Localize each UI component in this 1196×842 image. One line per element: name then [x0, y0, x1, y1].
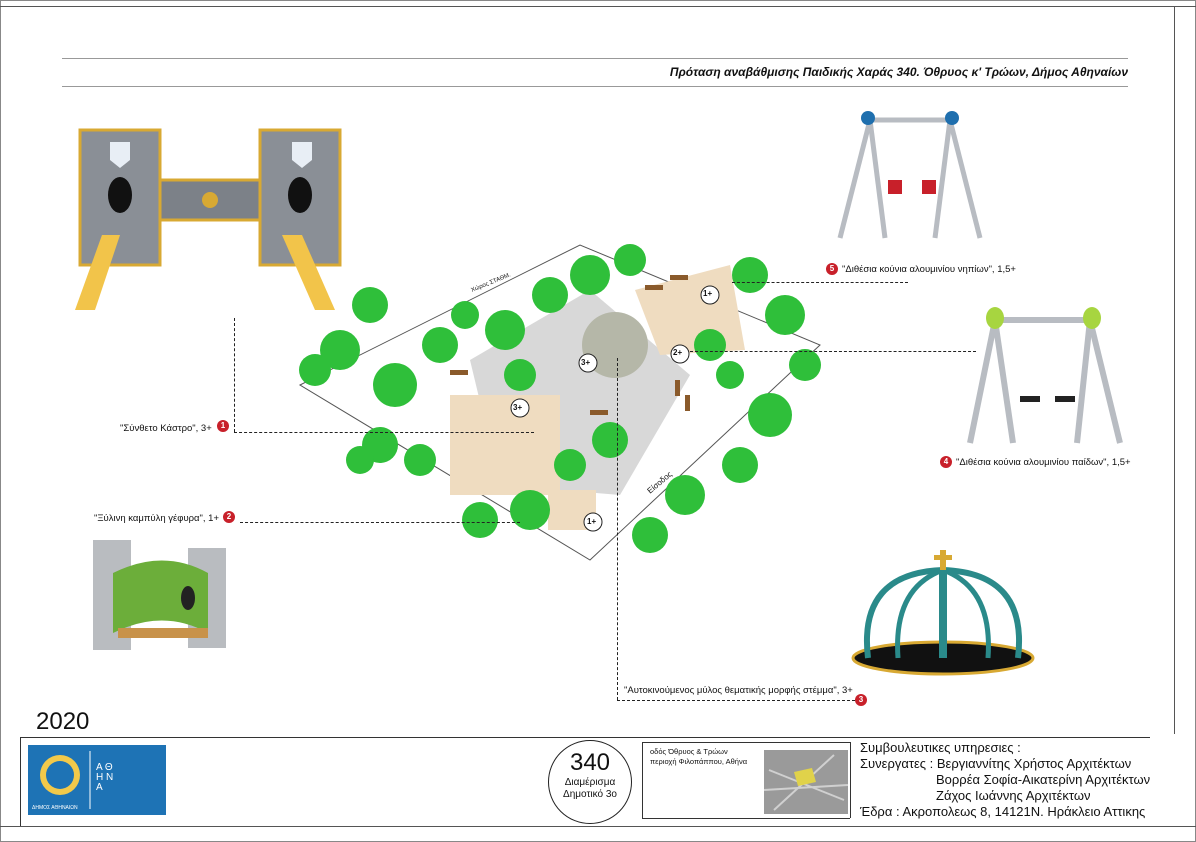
callout-5-badge: 5 — [826, 263, 838, 275]
age-label-5: 1+ — [587, 517, 597, 526]
leader-3-vertical — [617, 358, 618, 700]
right-border — [1174, 6, 1175, 734]
kids-swing-image — [967, 307, 1123, 444]
site-plan — [298, 244, 821, 561]
address-box-right — [850, 742, 851, 818]
leader-4 — [690, 351, 976, 352]
leader-2 — [240, 522, 520, 523]
callout-5-text: "Διθέσια κούνια αλουμινίου νηπίων", 1,5+ — [842, 264, 1016, 275]
age-label-3: 3+ — [581, 358, 591, 367]
callout-1-text: "Σύνθετο Κάστρο", 3+ — [120, 423, 212, 434]
top-border — [0, 6, 1196, 7]
credits-heading: Συμβουλευτικες υπηρεσιες : — [860, 740, 1021, 755]
district-line2: Δημοτικό 3ο — [563, 789, 617, 800]
footer-rule-bottom — [0, 826, 1196, 827]
playground-code: 340 — [569, 749, 611, 776]
header-rule-top — [62, 58, 1128, 59]
credits-line4: Έδρα : Ακροπολεως 8, 14121Ν. Ηράκλειο Ατ… — [860, 804, 1146, 819]
footer-rule-top — [20, 737, 1150, 738]
year-label: 2020 — [36, 708, 90, 735]
age-label-4: 3+ — [513, 403, 523, 412]
age-label-1: 1+ — [703, 289, 713, 298]
callout-3-badge: 3 — [855, 694, 867, 706]
leader-1-vertical — [234, 318, 235, 432]
municipality-logo: ΔΗΜΟΣ ΑΘΗΝΑΙΩΝ Α Θ Η Ν Α — [28, 745, 166, 815]
location-map — [764, 750, 848, 814]
district-line1: Διαμέρισμα — [564, 777, 616, 788]
address-block: οδός Όθρυος & Τρώων περιοχή Φιλοπάππου, … — [650, 747, 747, 767]
toddler-swing-image — [837, 111, 983, 239]
credits-line1: Συνεργατες : Βεργιαννίτης Χρήστος Αρχιτέ… — [860, 756, 1132, 771]
credits-line3: Ζάχος Ιωάννης Αρχιτέκτων — [936, 788, 1091, 803]
credits-line2: Βορρέα Σοφία-Αικατερίνη Αρχιτέκτων — [936, 772, 1151, 787]
callout-3-text: "Αυτοκινούμενος μύλος θεματικής μορφής σ… — [624, 685, 853, 696]
address-box-top — [642, 742, 850, 743]
leader-5 — [732, 282, 908, 283]
leader-3-horizontal — [617, 700, 855, 701]
address-box-bottom — [642, 818, 850, 819]
callout-4-text: "Διθέσια κούνια αλουμινίου παίδων", 1,5+ — [956, 457, 1131, 468]
bridge-image — [93, 540, 226, 650]
carousel-image — [851, 550, 1035, 676]
logo-letters: Α Θ Η Ν Α — [96, 762, 114, 793]
callout-2-text: "Ξύλινη καμπύλη γέφυρα", 1+ — [94, 513, 220, 524]
callout-2-badge: 2 — [223, 511, 235, 523]
footer-left-border — [20, 737, 21, 826]
callout-1-badge: 1 — [217, 420, 229, 432]
address-box-left — [642, 742, 643, 818]
header-rule-bottom — [62, 86, 1128, 87]
credits-block: Συμβουλευτικες υπηρεσιες : Συνεργατες : … — [860, 740, 1150, 820]
page-title: Πρόταση αναβάθμισης Παιδικής Χαράς 340. … — [669, 65, 1128, 79]
age-label-2: 2+ — [673, 348, 683, 357]
address-line1: οδός Όθρυος & Τρώων — [650, 747, 728, 756]
logo-caption: ΔΗΜΟΣ ΑΘΗΝΑΙΩΝ — [32, 805, 78, 811]
leader-1-horizontal — [234, 432, 534, 433]
callout-4-badge: 4 — [940, 456, 952, 468]
address-line2: περιοχή Φιλοπάππου, Αθήνα — [650, 757, 748, 766]
playground-code-badge: 340 Διαμέρισμα Δημοτικό 3ο — [548, 740, 632, 824]
